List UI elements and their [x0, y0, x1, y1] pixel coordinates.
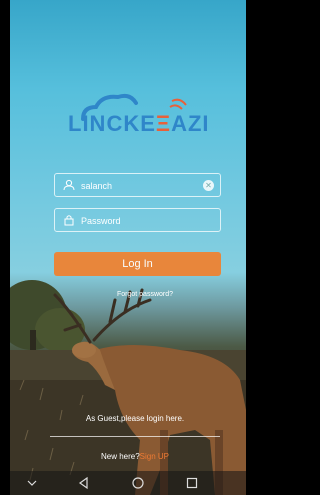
new-here-label: New here? — [100, 452, 140, 461]
back-icon[interactable] — [76, 475, 92, 491]
app-logo: LINCKEΞAZI — [68, 93, 209, 139]
sign-up-link[interactable]: Sign UP — [140, 452, 169, 461]
lock-icon — [64, 215, 74, 226]
logo-e-mark: Ξ — [155, 111, 172, 136]
divider — [50, 436, 220, 437]
hide-keyboard-icon[interactable] — [24, 475, 40, 491]
user-icon — [63, 179, 75, 191]
username-input[interactable] — [81, 179, 201, 192]
logo-text-part2: AZI — [171, 111, 210, 136]
password-input[interactable] — [81, 214, 201, 227]
guest-login-link[interactable]: As Guest,please login here. — [50, 414, 220, 423]
recents-icon[interactable] — [184, 475, 200, 491]
system-nav-bar — [10, 471, 246, 495]
login-button[interactable]: Log In — [54, 252, 221, 276]
clear-icon[interactable]: ✕ — [203, 180, 214, 191]
logo-text: LINCKEΞAZI — [68, 111, 209, 137]
username-field[interactable]: ✕ — [54, 173, 221, 197]
logo-text-part1: LINCKE — [68, 111, 156, 136]
signup-prompt: New here?Sign UP — [80, 452, 190, 461]
password-field[interactable] — [54, 208, 221, 232]
home-icon[interactable] — [130, 475, 146, 491]
login-screen: LINCKEΞAZI ✕ Log In Forgot password? As … — [10, 0, 246, 495]
background-deer-scene — [10, 280, 246, 495]
forgot-password-link[interactable]: Forgot password? — [100, 291, 190, 298]
